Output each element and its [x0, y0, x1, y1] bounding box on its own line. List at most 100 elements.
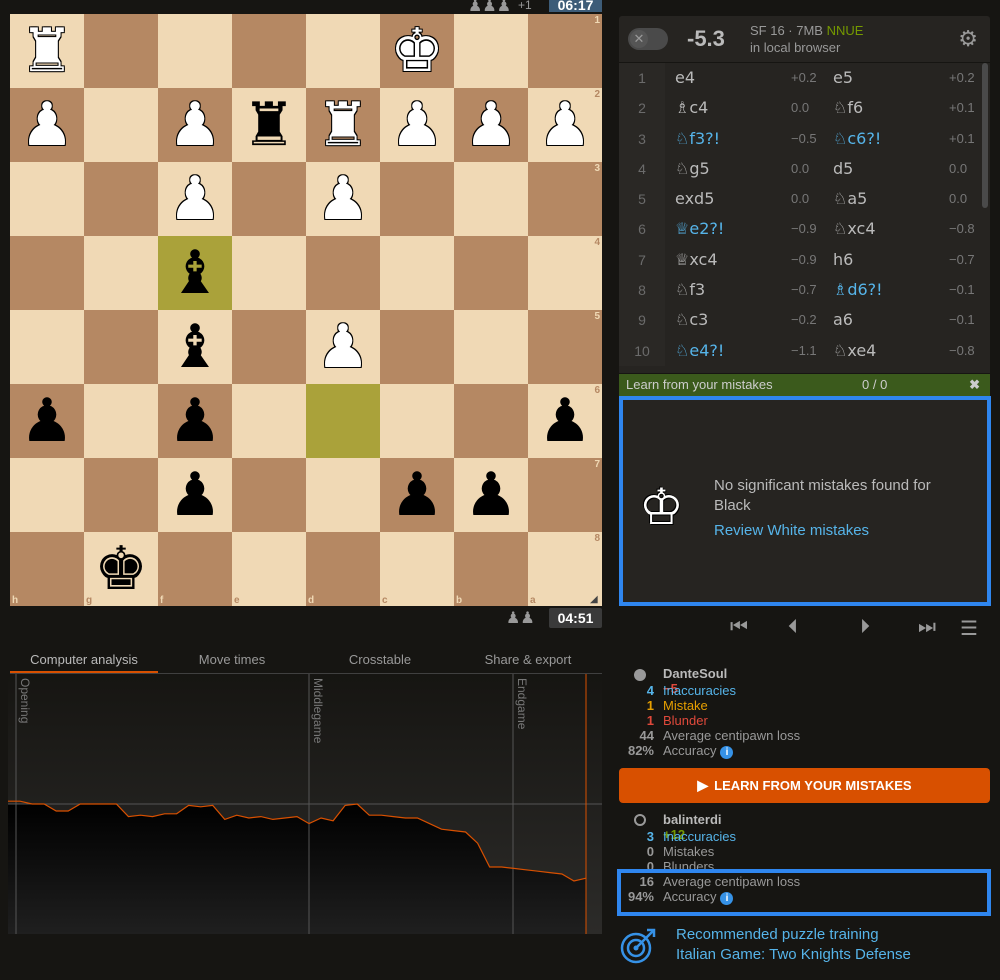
move-list-scrollbar[interactable] [982, 63, 988, 208]
board-square[interactable]: ♟ [380, 88, 454, 162]
board-square[interactable]: ♟ [454, 88, 528, 162]
board-square[interactable] [84, 14, 158, 88]
board-square[interactable]: e [232, 532, 306, 606]
board-square[interactable]: ♜ [232, 88, 306, 162]
board-square[interactable] [84, 310, 158, 384]
tab-share-export[interactable]: Share & export [454, 648, 602, 673]
white-move[interactable]: ♘c3 [675, 305, 708, 335]
board-square[interactable]: 6 ♟ [528, 384, 602, 458]
black-move[interactable]: e5 [833, 63, 853, 93]
board-square[interactable]: ♟ [454, 458, 528, 532]
board-square[interactable]: d [306, 532, 380, 606]
white-move[interactable]: ♗c4 [675, 93, 708, 123]
black-bishop-icon[interactable]: ♝ [168, 243, 222, 303]
white-move[interactable]: ♘f3?! [675, 124, 720, 154]
white-pawn-icon[interactable]: ♟ [168, 169, 222, 229]
board-resize-handle[interactable]: ◢ [590, 594, 602, 606]
white-rook-icon[interactable]: ♜ [316, 95, 370, 155]
board-square[interactable] [232, 310, 306, 384]
board-square[interactable] [454, 384, 528, 458]
stat-inaccuracies[interactable]: 3 Inaccuracies [620, 829, 980, 844]
board-square[interactable]: ♟ [306, 310, 380, 384]
menu-icon[interactable]: ☰ [960, 616, 978, 641]
white-move[interactable]: ♕xc4 [675, 245, 718, 275]
white-move[interactable]: exd5 [675, 184, 714, 214]
review-white-mistakes-link[interactable]: Review White mistakes [714, 522, 869, 539]
info-icon[interactable]: i [720, 746, 734, 759]
board-square[interactable]: 2 ♟ [528, 88, 602, 162]
board-square[interactable] [232, 14, 306, 88]
black-king-icon[interactable]: ♚ [94, 539, 148, 599]
board-square[interactable]: g ♚ [84, 532, 158, 606]
board-square[interactable]: ♟ [158, 384, 232, 458]
board-square[interactable]: b [454, 532, 528, 606]
last-move-icon[interactable]: ⏭ [918, 616, 936, 639]
board-square[interactable] [454, 14, 528, 88]
stat-mistakes[interactable]: 1 Mistake [620, 698, 980, 713]
board-square[interactable]: ♚ [380, 14, 454, 88]
board-square[interactable] [84, 88, 158, 162]
gear-icon[interactable]: ⚙ [958, 26, 978, 52]
black-move[interactable]: a6 [833, 305, 853, 335]
black-pawn-icon[interactable]: ♟ [464, 465, 518, 525]
board-square[interactable]: ♝ [158, 310, 232, 384]
board-square[interactable] [454, 310, 528, 384]
board-square[interactable]: ♟ [10, 88, 84, 162]
board-square[interactable] [306, 384, 380, 458]
white-move[interactable]: e4 [675, 63, 695, 93]
stat-inaccuracies[interactable]: 4 Inaccuracies [620, 683, 980, 698]
black-move[interactable]: ♘f6 [833, 93, 863, 123]
board-square[interactable] [10, 236, 84, 310]
board-square[interactable] [84, 384, 158, 458]
white-king-icon[interactable]: ♚ [390, 21, 444, 81]
white-pawn-icon[interactable]: ♟ [316, 317, 370, 377]
board-square[interactable]: 1 [528, 14, 602, 88]
board-square[interactable] [232, 458, 306, 532]
board-square[interactable] [380, 384, 454, 458]
black-pawn-icon[interactable]: ♟ [538, 391, 592, 451]
board-square[interactable]: 5 [528, 310, 602, 384]
board-square[interactable]: ♟ [158, 88, 232, 162]
black-move[interactable]: ♘a5 [833, 184, 867, 214]
board-square[interactable] [84, 162, 158, 236]
tab-computer-analysis[interactable]: Computer analysis [10, 648, 158, 673]
black-move[interactable]: ♘xe4 [833, 336, 876, 366]
board-square[interactable]: ♜ [306, 88, 380, 162]
puzzle-opening[interactable]: Italian Game: Two Knights Defense [676, 946, 976, 963]
board-square[interactable] [306, 458, 380, 532]
board-square[interactable]: 3 [528, 162, 602, 236]
chess-board[interactable]: ♜ ♚ 1 ♟ ♟ ♜ ♜ ♟ ♟ 2 ♟ ♟ ♟ 3 ♝ 4 ♝ ♟ 5 ♟ ♟ 6 ♟ ♟ ♟ ♟ 7 h g ♚ f e d c b 8 a [10, 14, 602, 606]
tab-move-times[interactable]: Move times [158, 648, 306, 673]
board-square[interactable] [380, 162, 454, 236]
white-move[interactable]: ♕e2?! [675, 214, 724, 244]
black-pawn-icon[interactable]: ♟ [168, 465, 222, 525]
first-move-icon[interactable]: ⏮ [730, 616, 748, 639]
board-square[interactable] [84, 458, 158, 532]
tab-crosstable[interactable]: Crosstable [306, 648, 454, 673]
white-rook-icon[interactable]: ♜ [20, 21, 74, 81]
board-square[interactable]: 4 [528, 236, 602, 310]
board-square[interactable] [10, 458, 84, 532]
board-square[interactable] [232, 162, 306, 236]
board-square[interactable]: ♟ [10, 384, 84, 458]
board-square[interactable]: h [10, 532, 84, 606]
black-pawn-icon[interactable]: ♟ [20, 391, 74, 451]
black-move[interactable]: h6 [833, 245, 853, 275]
board-square[interactable] [10, 162, 84, 236]
board-square[interactable] [454, 236, 528, 310]
board-square[interactable]: ♟ [158, 162, 232, 236]
puzzle-title[interactable]: Recommended puzzle training [676, 926, 976, 943]
black-move[interactable]: d5 [833, 154, 853, 184]
board-square[interactable] [380, 310, 454, 384]
next-move-icon[interactable]: ⏵ [860, 616, 870, 639]
board-square[interactable] [84, 236, 158, 310]
white-pawn-icon[interactable]: ♟ [20, 95, 74, 155]
black-pawn-icon[interactable]: ♟ [168, 391, 222, 451]
black-pawn-icon[interactable]: ♟ [390, 465, 444, 525]
white-pawn-icon[interactable]: ♟ [168, 95, 222, 155]
black-move[interactable]: ♗d6?! [833, 275, 883, 305]
advantage-graph[interactable]: Opening Middlegame Endgame [8, 674, 602, 934]
board-square[interactable]: c [380, 532, 454, 606]
stat-blunders[interactable]: 1 Blunder [620, 713, 980, 728]
black-move[interactable]: ♘xc4 [833, 214, 876, 244]
